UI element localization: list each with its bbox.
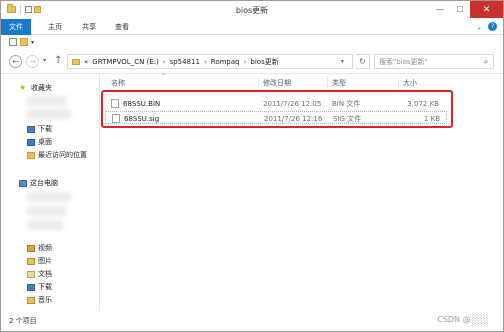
address-history-chevron-icon[interactable]: ▾ (341, 58, 344, 65)
expand-ribbon-icon[interactable]: ⌄ (476, 23, 482, 31)
sidebar-label: 这台电脑 (30, 179, 58, 187)
breadcrumb-separator[interactable]: › (163, 58, 166, 66)
sidebar-item-videos[interactable]: 视频 (27, 242, 52, 254)
column-divider[interactable] (258, 77, 259, 89)
documents-icon (27, 270, 35, 278)
search-icon[interactable]: ⌕ (479, 57, 493, 67)
sidebar-item-pictures[interactable]: 图片 (27, 255, 52, 267)
status-bar: 2 个项目 CSDN @░░░ (1, 311, 503, 331)
up-button[interactable]: ↑ (54, 55, 62, 66)
quick-access-toolbar: ▾ (1, 36, 503, 49)
customize-qa-chevron-icon[interactable]: ▾ (31, 39, 34, 46)
tab-view[interactable]: 查看 (109, 19, 135, 35)
search-input[interactable]: 搜索"bios更新" (379, 57, 479, 67)
column-divider[interactable] (398, 77, 399, 89)
address-folder-icon (72, 58, 80, 65)
breadcrumb-current[interactable]: bios更新 (250, 57, 278, 67)
breadcrumb-separator[interactable]: › (244, 58, 247, 66)
column-header-size[interactable]: 大小 (403, 76, 417, 90)
sidebar-label: 视频 (38, 244, 52, 252)
new-folder-qa-icon[interactable] (20, 38, 28, 46)
properties-qa-icon[interactable] (9, 38, 17, 46)
sidebar-item-desktop[interactable]: 桌面 (27, 136, 52, 148)
sidebar-item-music[interactable]: 音乐 (27, 294, 52, 306)
redacted-item (27, 109, 71, 119)
breadcrumb-rompaq[interactable]: Rompaq (211, 58, 240, 66)
downloads-icon (27, 283, 35, 291)
minimize-button[interactable]: — (430, 1, 450, 18)
music-icon (27, 296, 35, 304)
sidebar-label: 下载 (38, 125, 52, 133)
ribbon-tabs: 文件 主页 共享 查看 ⌄ ? (1, 19, 503, 35)
sidebar-item-this-pc[interactable]: 这台电脑 (19, 177, 58, 189)
address-bar[interactable]: « GRTMPVOL_CN (E:) › sp54811 › Rompaq › … (67, 54, 353, 69)
sidebar-label: 收藏夹 (31, 84, 52, 92)
breadcrumb-separator[interactable]: › (204, 58, 207, 66)
column-header-name[interactable]: 名称 (111, 76, 125, 90)
sidebar-label: 桌面 (38, 138, 52, 146)
sort-arrow-icon: ^ (161, 73, 167, 80)
watermark: CSDN @░░░ (437, 315, 489, 324)
scrollbar[interactable] (493, 74, 503, 312)
downloads-icon (27, 125, 35, 133)
computer-icon (19, 179, 27, 187)
annotation-highlight-box (101, 90, 453, 128)
sidebar-item-downloads[interactable]: 下载 (27, 123, 52, 135)
column-header-type[interactable]: 类型 (332, 76, 346, 90)
close-button[interactable]: ✕ (470, 1, 503, 18)
maximize-button[interactable]: ☐ (450, 1, 470, 18)
recent-locations-chevron-icon[interactable]: ▾ (43, 57, 46, 64)
navigation-pane: ★ 收藏夹 下载 桌面 最近访问的位置 这台电脑 视频 图片 文档 下载 音乐 (1, 74, 100, 312)
tab-home[interactable]: 主页 (42, 19, 68, 35)
explorer-window: bios更新 — ☐ ✕ 文件 主页 共享 查看 ⌄ ? ▾ ← → ▾ ↑ « (0, 0, 504, 332)
tab-file[interactable]: 文件 (1, 19, 31, 35)
breadcrumb-sp54811[interactable]: sp54811 (170, 58, 200, 66)
refresh-button[interactable]: ↻ (356, 54, 370, 69)
sidebar-label: 音乐 (38, 296, 52, 304)
title-bar: bios更新 — ☐ ✕ (1, 1, 503, 19)
videos-icon (27, 244, 35, 252)
desktop-icon (27, 138, 35, 146)
sidebar-item-recent[interactable]: 最近访问的位置 (27, 149, 87, 161)
redacted-item (27, 192, 71, 202)
star-icon: ★ (19, 83, 27, 92)
tab-share[interactable]: 共享 (76, 19, 102, 35)
navigation-bar: ← → ▾ ↑ « GRTMPVOL_CN (E:) › sp54811 › R… (1, 51, 503, 73)
redacted-item (27, 220, 63, 230)
sidebar-item-documents[interactable]: 文档 (27, 268, 52, 280)
ribbon-right-controls: ⌄ ? (476, 22, 497, 31)
sidebar-label: 下载 (38, 283, 52, 291)
column-header-date[interactable]: 修改日期 (263, 76, 291, 90)
breadcrumb-drive[interactable]: GRTMPVOL_CN (E:) (92, 58, 158, 66)
sidebar-item-favorites[interactable]: ★ 收藏夹 (19, 82, 52, 94)
sidebar-item-pc-downloads[interactable]: 下载 (27, 281, 52, 293)
item-count: 2 个项目 (9, 317, 37, 325)
recent-places-icon (27, 151, 35, 159)
sidebar-label: 最近访问的位置 (38, 151, 87, 159)
back-button[interactable]: ← (9, 55, 22, 68)
window-title: bios更新 (235, 6, 269, 15)
redacted-item (27, 206, 67, 216)
help-icon[interactable]: ? (488, 22, 497, 31)
sidebar-label: 图片 (38, 257, 52, 265)
window-controls: — ☐ ✕ (430, 1, 503, 18)
redacted-item (27, 96, 67, 106)
sidebar-label: 文档 (38, 270, 52, 278)
search-box[interactable]: 搜索"bios更新" ⌕ (374, 54, 494, 69)
forward-button[interactable]: → (26, 55, 39, 68)
pictures-icon (27, 257, 35, 265)
column-divider[interactable] (327, 77, 328, 89)
breadcrumb-overflow[interactable]: « (84, 58, 88, 66)
